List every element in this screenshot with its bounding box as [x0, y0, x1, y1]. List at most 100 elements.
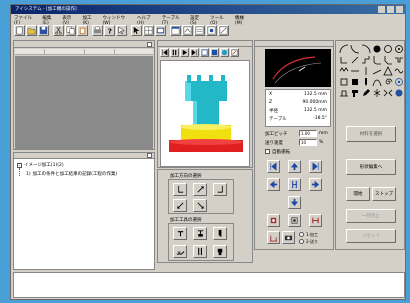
maximize-button[interactable] — [387, 6, 394, 13]
window-1-icon[interactable] — [170, 25, 181, 36]
chuck-icon[interactable] — [309, 214, 322, 227]
open-icon[interactable] — [26, 25, 37, 36]
shape-stop-icon[interactable] — [393, 87, 404, 98]
help-icon[interactable]: ? — [104, 25, 115, 36]
menu-tools[interactable]: ツール(O) — [210, 15, 230, 26]
window-3-icon[interactable] — [194, 25, 205, 36]
spindle-icon[interactable] — [267, 214, 280, 227]
cursor-icon[interactable] — [131, 25, 142, 36]
coolant-icon[interactable] — [288, 214, 301, 227]
tree-child-item[interactable]: 1) 加工の条件と加工結果の記録(工程の作業) — [26, 171, 117, 178]
menu-edit[interactable]: 編集(E) — [42, 15, 57, 26]
shape-fillet-icon[interactable] — [371, 54, 382, 65]
cut-icon[interactable] — [53, 25, 64, 36]
tree-root-item[interactable]: - イメージ加工(1)(2) — [17, 162, 64, 168]
shape-box-icon[interactable] — [338, 76, 349, 87]
feed-field[interactable]: 10 — [299, 139, 317, 146]
stop-button[interactable]: ストップ — [372, 187, 396, 201]
menu-table[interactable]: テーブル(T) — [162, 15, 185, 26]
menu-help[interactable]: ヘルプ(H) — [137, 15, 157, 26]
jog-up-icon[interactable] — [288, 160, 301, 173]
new-icon[interactable] — [14, 25, 25, 36]
start-button[interactable]: 開始 — [346, 187, 370, 201]
list-body[interactable] — [15, 56, 153, 149]
auto-checkbox[interactable] — [265, 149, 270, 154]
menu-machine[interactable]: 機械(M) — [235, 15, 251, 26]
mode-radio-1[interactable] — [299, 232, 304, 237]
reset-button[interactable]: リセット — [346, 229, 396, 243]
menu-view[interactable]: 表示(V) — [62, 15, 77, 26]
shape-arc3-icon[interactable] — [360, 43, 371, 54]
play-start-icon[interactable] — [160, 48, 169, 57]
jog-left-icon[interactable] — [267, 178, 280, 191]
shape-mirror-icon[interactable] — [382, 87, 393, 98]
tree-expand-icon[interactable]: - — [17, 162, 22, 168]
shape-vline-icon[interactable] — [360, 65, 371, 76]
shape-corner-icon[interactable] — [338, 54, 349, 65]
pause-button[interactable]: 一時停止 — [346, 209, 396, 223]
view-front-icon[interactable] — [200, 48, 209, 57]
play-end-icon[interactable] — [190, 48, 199, 57]
menu-process[interactable]: 加工(K) — [82, 15, 97, 26]
menu-window[interactable]: ウィンドウ(W) — [102, 15, 132, 26]
direction-4-icon[interactable] — [173, 199, 187, 212]
jog-right-icon[interactable] — [309, 178, 322, 191]
shape-sym-icon[interactable] — [371, 87, 382, 98]
window-5-icon[interactable] — [218, 25, 229, 36]
shape-line-icon[interactable] — [349, 65, 360, 76]
menu-settings[interactable]: 設定(S) — [190, 15, 205, 26]
shape-edit-button[interactable]: 形状編集へ — [346, 159, 396, 175]
tool-1-icon[interactable] — [173, 227, 187, 240]
view-grid-icon[interactable] — [143, 25, 154, 36]
minimize-button[interactable] — [378, 6, 385, 13]
panel-close-icon[interactable] — [147, 42, 152, 47]
menu-file[interactable]: ファイル(F) — [14, 15, 37, 26]
direction-5-icon[interactable] — [193, 199, 207, 212]
jog-up-right-icon[interactable] — [309, 160, 322, 173]
pointer-help-icon[interactable] — [116, 25, 127, 36]
part-3d-canvas[interactable] — [160, 60, 250, 167]
play-icon[interactable] — [180, 48, 189, 57]
direction-2-icon[interactable] — [193, 183, 207, 196]
shape-box2-icon[interactable] — [349, 76, 360, 87]
shape-cone-icon[interactable] — [382, 65, 393, 76]
shape-drill-icon[interactable] — [360, 76, 371, 87]
shape-chamfer-icon[interactable] — [382, 54, 393, 65]
view-side-icon[interactable] — [210, 48, 219, 57]
tree-close-icon[interactable] — [147, 153, 152, 158]
camera-icon[interactable] — [282, 231, 295, 244]
tool-3-icon[interactable] — [213, 227, 227, 240]
print-icon[interactable] — [92, 25, 103, 36]
tool-4-icon[interactable] — [173, 245, 187, 258]
close-button[interactable] — [396, 6, 403, 13]
window-4-icon[interactable] — [206, 25, 217, 36]
shape-groove-icon[interactable] — [393, 54, 404, 65]
direction-3-icon[interactable] — [213, 183, 227, 196]
shape-ring-icon[interactable] — [382, 43, 393, 54]
window-2-icon[interactable] — [182, 25, 193, 36]
tool-6-icon[interactable] — [213, 245, 227, 258]
shape-target-icon[interactable] — [393, 76, 404, 87]
mode-radio-2[interactable] — [299, 239, 304, 244]
shape-taper-icon[interactable] — [371, 65, 382, 76]
view-3d-icon[interactable] — [220, 48, 229, 57]
tool-2-icon[interactable] — [193, 227, 207, 240]
tool-5-icon[interactable] — [193, 245, 207, 258]
shape-spiral-icon[interactable] — [382, 76, 393, 87]
shape-tool-icon[interactable] — [349, 87, 360, 98]
paste-icon[interactable] — [77, 25, 88, 36]
shape-wave-icon[interactable] — [393, 65, 404, 76]
jog-up-left-icon[interactable] — [267, 160, 280, 173]
shape-curve-icon[interactable] — [371, 76, 382, 87]
jog-down-icon[interactable] — [288, 196, 301, 209]
jog-center-icon[interactable] — [288, 178, 301, 191]
shape-arc-icon[interactable] — [338, 43, 349, 54]
material-select-button[interactable]: 材料を選択 — [346, 126, 396, 142]
pitch-field[interactable]: 1.00 — [299, 130, 317, 137]
shape-thread-icon[interactable] — [338, 65, 349, 76]
copy-icon[interactable] — [65, 25, 76, 36]
shape-edit-icon[interactable] — [360, 87, 371, 98]
shape-step-icon[interactable] — [360, 54, 371, 65]
shape-ring2-icon[interactable] — [393, 43, 404, 54]
tile-icon[interactable] — [155, 25, 166, 36]
